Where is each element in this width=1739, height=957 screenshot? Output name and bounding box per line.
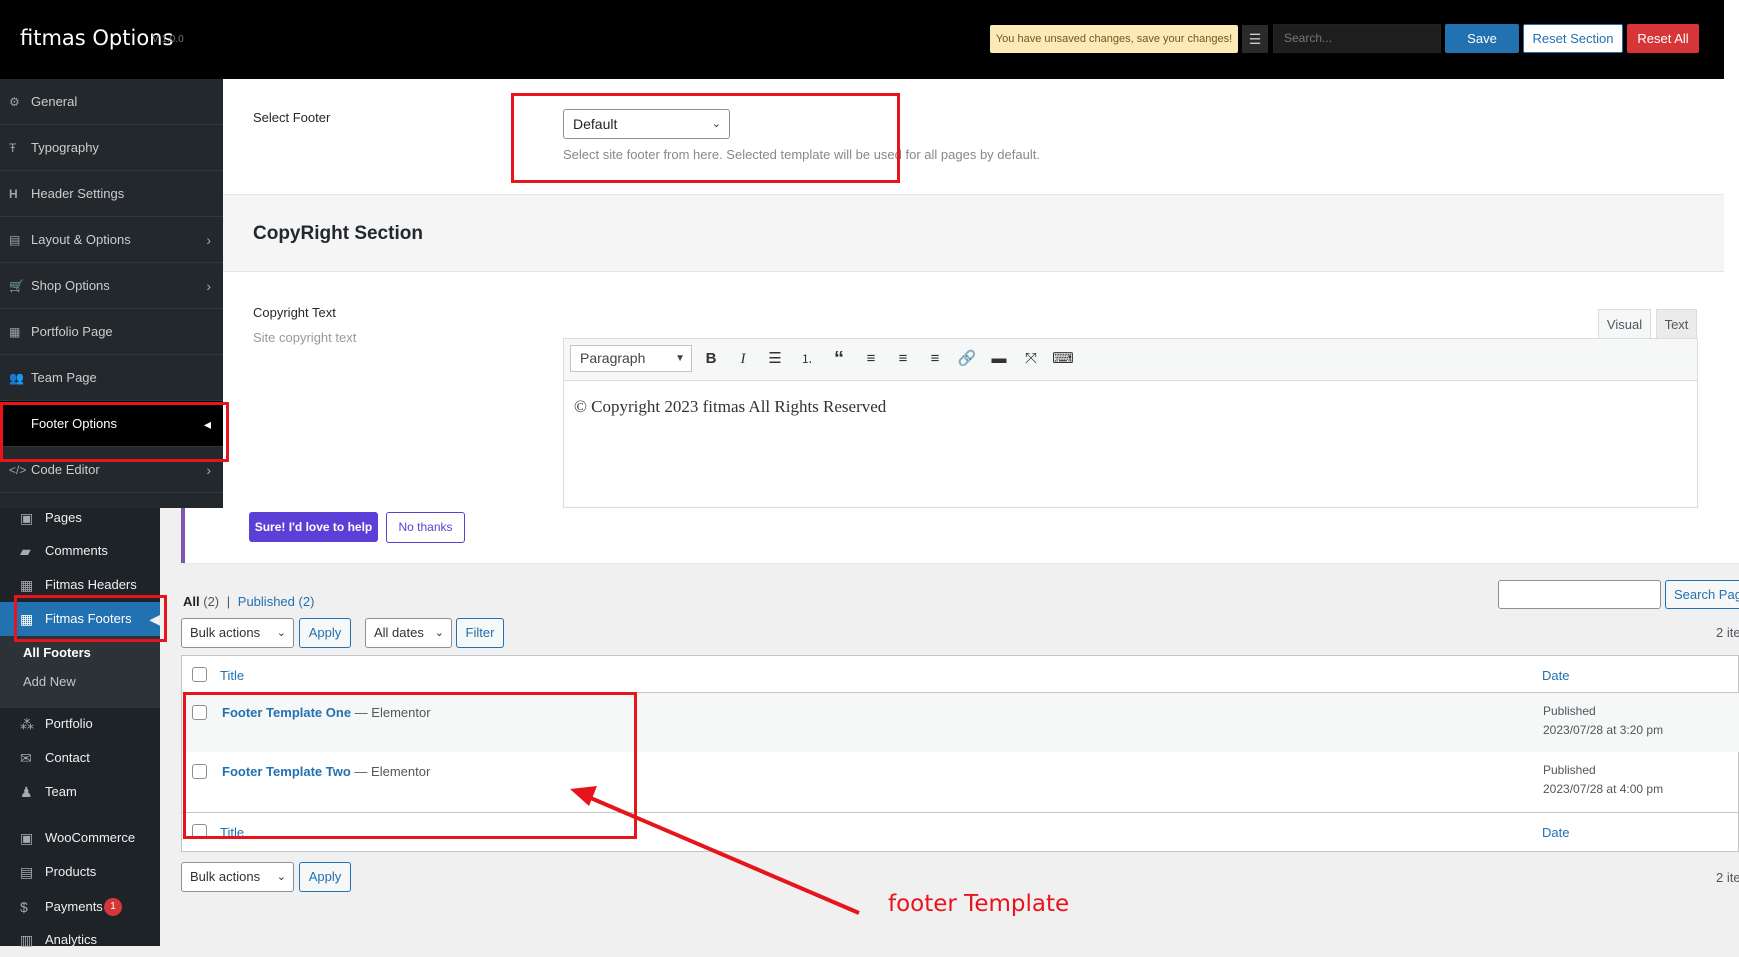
arrow-head-icon	[570, 786, 597, 806]
arrow-shaft	[585, 794, 860, 915]
annotation-arrow	[570, 786, 860, 915]
annotation-label: footer Template	[888, 891, 1070, 917]
